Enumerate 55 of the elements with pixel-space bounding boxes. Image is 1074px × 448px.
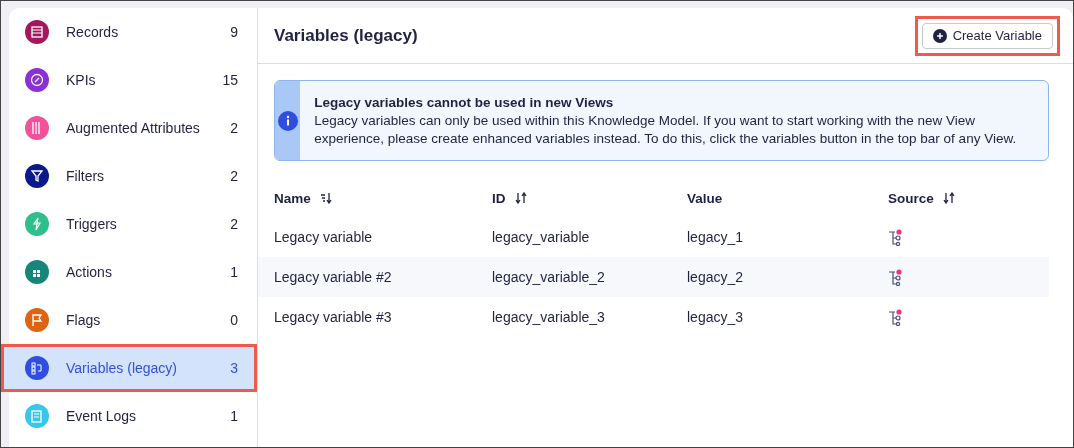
column-header: ID: [492, 190, 506, 206]
list-icon: [25, 20, 49, 44]
flag-icon: [25, 308, 49, 332]
grid-icon: [25, 260, 49, 284]
column-header: Name: [274, 190, 311, 206]
item-count: 1: [230, 408, 238, 424]
item-label: Filters: [66, 168, 106, 184]
item-count: 9: [230, 24, 238, 40]
sidebar-item[interactable]: Augmented Attributes 2: [9, 104, 257, 152]
sort-icon[interactable]: [942, 192, 955, 204]
hierarchy-icon: [888, 308, 905, 326]
banner-text: Legacy variables can only be used within this Knowledge Model. If you want to start working with the new View experience, please create enhanced variables instead. To do this, click the variables button in the top bar of any View.: [314, 112, 1018, 148]
item-label: Triggers: [66, 216, 118, 232]
sidebar-item[interactable]: Triggers 2: [9, 200, 257, 248]
page-title: Variables (legacy): [274, 25, 418, 46]
sidebar-item[interactable]: KPIs 15: [9, 56, 257, 104]
funnel-icon: [25, 164, 49, 188]
table-cell: legacy_variable_2: [476, 257, 671, 297]
item-count: 3: [230, 360, 238, 376]
sidebar-item[interactable]: Records 9: [9, 8, 257, 56]
item-label: KPIs: [66, 72, 97, 88]
sidebar-item[interactable]: Event Logs 1: [9, 392, 257, 440]
column-header: Value: [687, 190, 723, 206]
item-count: 2: [230, 216, 238, 232]
item-label: Actions: [66, 264, 113, 280]
plus-icon: [932, 28, 947, 43]
create-variable-button[interactable]: Create Variable: [921, 22, 1053, 49]
columns-icon: [25, 116, 49, 140]
sidebar-item[interactable]: Filters 2: [9, 152, 257, 200]
table-cell: legacy_2: [671, 257, 872, 297]
hierarchy-icon: [888, 228, 905, 246]
banner-title: Legacy variables cannot be used in new Views: [314, 94, 615, 112]
sort-icon[interactable]: [319, 192, 332, 204]
variables-icon: [25, 356, 49, 380]
info-icon: [277, 110, 298, 131]
item-count: 1: [230, 264, 238, 280]
item-label: Variables (legacy): [66, 360, 178, 376]
compass-icon: [25, 68, 49, 92]
document-icon: [25, 404, 49, 428]
item-count: 2: [230, 168, 238, 184]
sidebar-item[interactable]: Variables (legacy) 3: [1, 344, 257, 392]
item-label: Augmented Attributes: [66, 120, 201, 136]
item-count: 15: [222, 72, 238, 88]
item-count: 2: [230, 120, 238, 136]
item-label: Event Logs: [66, 408, 138, 424]
item-count: 0: [230, 312, 238, 328]
column-header: Source: [888, 190, 934, 206]
table-cell: Legacy variable #2: [258, 257, 476, 297]
item-label: Records: [66, 24, 120, 40]
sort-icon[interactable]: [514, 192, 527, 204]
sidebar-item[interactable]: Actions 1: [9, 248, 257, 296]
item-label: Flags: [66, 312, 102, 328]
hierarchy-icon: [888, 268, 905, 286]
lightning-icon: [25, 212, 49, 236]
sidebar-item[interactable]: Flags 0: [9, 296, 257, 344]
